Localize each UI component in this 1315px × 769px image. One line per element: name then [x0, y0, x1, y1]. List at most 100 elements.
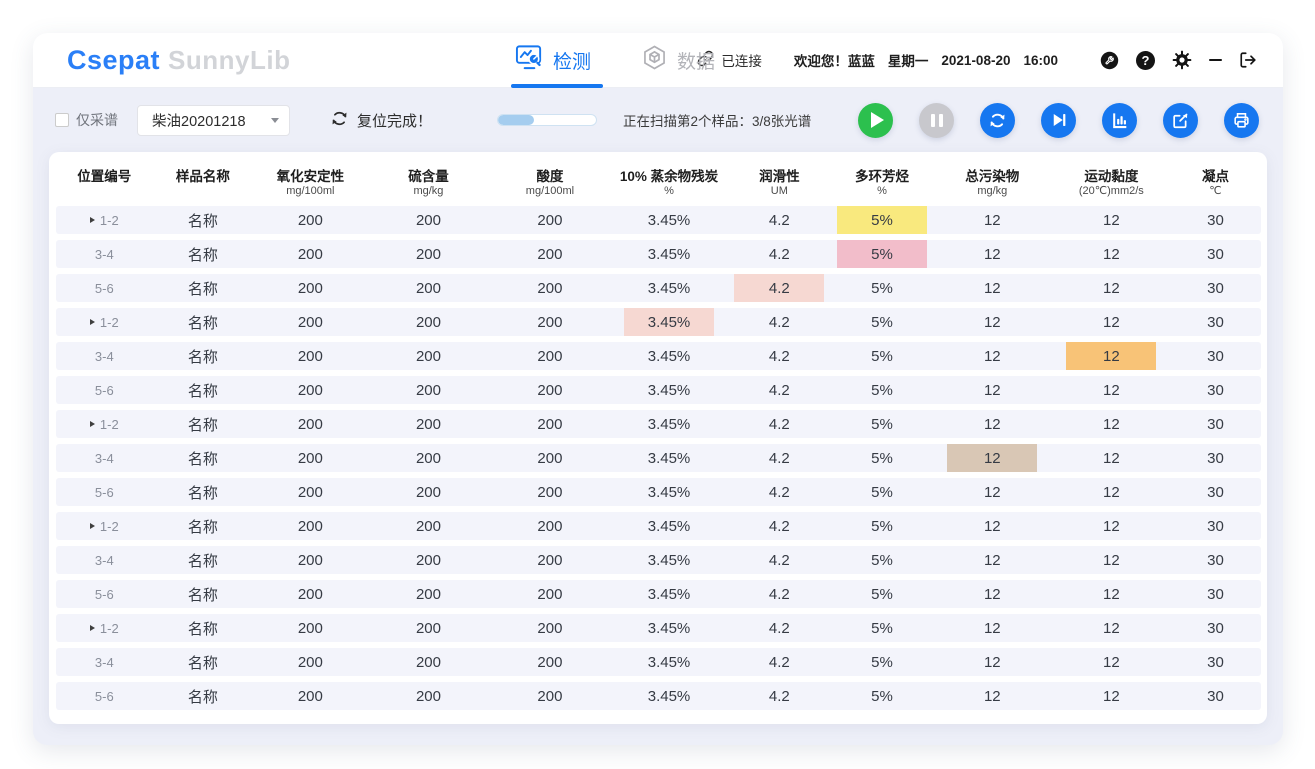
table-row[interactable]: 5-6名称2002002003.45%4.25%121230 — [56, 376, 1261, 404]
value-cell: 4.2 — [727, 410, 832, 438]
value-cell: 30 — [1170, 580, 1260, 608]
header-right: 已连接 欢迎您！蓝蓝 星期一 2021-08-20 16:00 ? — [697, 50, 1257, 70]
table-row[interactable]: 3-4名称2002002003.45%4.25%121230 — [56, 240, 1261, 268]
value-cell: 30 — [1170, 444, 1260, 472]
highlighted-value-cell: 12 — [1066, 342, 1156, 370]
minimize-icon[interactable] — [1209, 59, 1222, 61]
table-row[interactable]: 5-6名称2002002003.45%4.25%121230 — [56, 580, 1261, 608]
expand-arrow-icon[interactable] — [90, 421, 95, 427]
value-cell: 200 — [368, 206, 489, 234]
value-cell: 30 — [1170, 410, 1260, 438]
skip-next-icon — [1050, 111, 1068, 129]
value-cell: 30 — [1170, 478, 1260, 506]
value-cell: 12 — [932, 512, 1052, 540]
column-header-3: 硫含量mg/kg — [368, 158, 489, 200]
pause-button[interactable] — [919, 103, 954, 138]
value-cell: 200 — [489, 410, 611, 438]
position-cell: 5-6 — [56, 478, 154, 506]
value-cell: 4.2 — [727, 376, 832, 404]
position-cell: 5-6 — [56, 580, 154, 608]
value-cell: 5% — [832, 240, 933, 268]
reset-status-group[interactable]: 复位完成！ — [330, 109, 432, 132]
main-tabs: 检测 数据 — [515, 33, 715, 88]
play-button[interactable] — [858, 103, 893, 138]
table-row[interactable]: 3-4名称2002002003.45%4.25%121230 — [56, 546, 1261, 574]
sync-button[interactable] — [980, 103, 1015, 138]
table-header: 位置编号样品名称氧化安定性mg/100ml硫含量mg/kg酸度mg/100ml1… — [56, 158, 1261, 200]
table-row[interactable]: 1-2名称2002002003.45%4.25%121230 — [56, 308, 1261, 336]
value-cell: 200 — [368, 240, 489, 268]
value-cell: 5% — [832, 342, 933, 370]
bar-chart-icon — [1110, 111, 1129, 130]
welcome-text: 欢迎您！蓝蓝 — [794, 50, 875, 70]
position-cell: 1-2 — [56, 206, 154, 234]
settings-icon[interactable] — [1172, 50, 1192, 70]
column-header-4: 酸度mg/100ml — [489, 158, 611, 200]
column-header-2: 氧化安定性mg/100ml — [253, 158, 368, 200]
expand-arrow-icon[interactable] — [90, 319, 95, 325]
value-cell: 30 — [1170, 308, 1260, 336]
exit-icon[interactable] — [1239, 51, 1257, 69]
value-cell: 名称 — [153, 240, 253, 268]
table-row[interactable]: 3-4名称2002002003.45%4.25%121230 — [56, 444, 1261, 472]
table-row[interactable]: 3-4名称2002002003.45%4.25%121230 — [56, 342, 1261, 370]
value-cell: 12 — [1052, 376, 1170, 404]
bar-chart-button[interactable] — [1102, 103, 1137, 138]
value-cell: 4.2 — [727, 478, 832, 506]
value-cell: 12 — [932, 444, 1052, 472]
value-cell: 4.2 — [727, 240, 832, 268]
tool-icon[interactable] — [1100, 51, 1119, 70]
value-cell: 12 — [1052, 444, 1170, 472]
system-icons: ? — [1100, 50, 1257, 70]
skip-next-button[interactable] — [1041, 103, 1076, 138]
welcome-group: 欢迎您！蓝蓝 星期一 2021-08-20 16:00 — [794, 50, 1058, 70]
table-row[interactable]: 5-6名称2002002003.45%4.25%121230 — [56, 478, 1261, 506]
column-header-8: 总污染物mg/kg — [932, 158, 1052, 200]
highlighted-value-cell: 4.2 — [734, 274, 824, 302]
table-row[interactable]: 1-2名称2002002003.45%4.25%121230 — [56, 512, 1261, 540]
expand-arrow-icon[interactable] — [90, 523, 95, 529]
play-icon — [871, 112, 884, 128]
value-cell: 200 — [253, 308, 368, 336]
column-header-5: 10% 蒸余物残炭% — [611, 158, 727, 200]
value-cell: 4.2 — [727, 444, 832, 472]
value-cell: 5% — [832, 376, 933, 404]
table-row[interactable]: 5-6名称2002002003.45%4.25%121230 — [56, 682, 1261, 710]
tab-data[interactable]: 数据 — [641, 33, 715, 88]
value-cell: 12 — [932, 410, 1052, 438]
results-table: 位置编号样品名称氧化安定性mg/100ml硫含量mg/kg酸度mg/100ml1… — [56, 152, 1261, 716]
table-row[interactable]: 5-6名称2002002003.45%4.25%121230 — [56, 274, 1261, 302]
value-cell: 200 — [368, 580, 489, 608]
value-cell: 200 — [368, 512, 489, 540]
expand-arrow-icon[interactable] — [90, 217, 95, 223]
only-spectrum-checkbox[interactable] — [55, 113, 69, 127]
table-row[interactable]: 1-2名称2002002003.45%4.25%121230 — [56, 614, 1261, 642]
value-cell: 200 — [253, 546, 368, 574]
value-cell: 名称 — [153, 342, 253, 370]
value-cell: 200 — [253, 274, 368, 302]
value-cell: 200 — [489, 648, 611, 676]
value-cell: 12 — [1052, 308, 1170, 336]
value-cell: 200 — [368, 308, 489, 336]
value-cell: 3.45% — [611, 444, 727, 472]
value-cell: 30 — [1170, 512, 1260, 540]
help-icon[interactable]: ? — [1136, 51, 1155, 70]
expand-arrow-icon[interactable] — [90, 625, 95, 631]
table-row[interactable]: 1-2名称2002002003.45%4.25%121230 — [56, 206, 1261, 234]
export-icon — [1171, 111, 1190, 130]
sample-select[interactable]: 柴油20201218 — [137, 105, 290, 136]
value-cell: 30 — [1170, 240, 1260, 268]
value-cell: 200 — [489, 580, 611, 608]
print-button[interactable] — [1224, 103, 1259, 138]
value-cell: 3.45% — [611, 478, 727, 506]
table-row[interactable]: 3-4名称2002002003.45%4.25%121230 — [56, 648, 1261, 676]
value-cell: 3.45% — [611, 274, 727, 302]
value-cell: 3.45% — [611, 308, 727, 336]
value-cell: 200 — [253, 682, 368, 710]
toolbar: 仅采谱 柴油20201218 复位完成！ 正在扫描第2个样品：3/8张光谱 — [33, 88, 1283, 152]
table-row[interactable]: 1-2名称2002002003.45%4.25%121230 — [56, 410, 1261, 438]
value-cell: 200 — [368, 274, 489, 302]
value-cell: 200 — [489, 478, 611, 506]
export-button[interactable] — [1163, 103, 1198, 138]
tab-detection[interactable]: 检测 — [515, 33, 591, 88]
